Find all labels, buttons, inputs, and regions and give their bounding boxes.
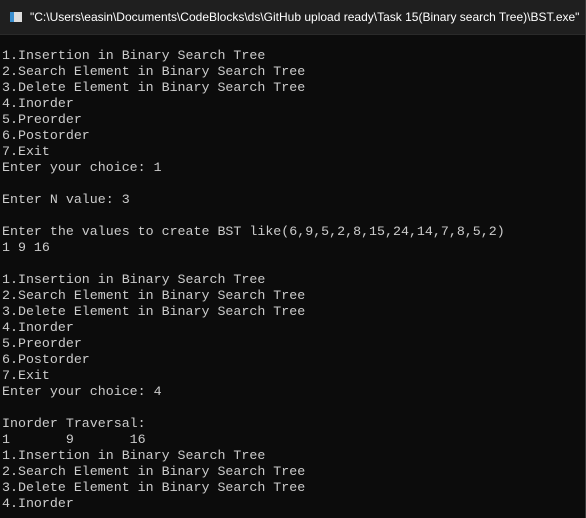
console-line: Enter the values to create BST like(6,9,… bbox=[2, 224, 505, 239]
console-line: 6.Postorder bbox=[2, 352, 90, 367]
title-bar[interactable]: "C:\Users\easin\Documents\CodeBlocks\ds\… bbox=[0, 0, 586, 35]
console-line: 7.Exit bbox=[2, 144, 50, 159]
console-output[interactable]: 1.Insertion in Binary Search Tree 2.Searc… bbox=[2, 48, 582, 518]
console-line: Enter your choice: 1 bbox=[2, 160, 162, 175]
console-line: 3.Delete Element in Binary Search Tree bbox=[2, 80, 306, 95]
console-line: 1.Insertion in Binary Search Tree bbox=[2, 272, 266, 287]
console-line: 2.Search Element in Binary Search Tree bbox=[2, 64, 306, 79]
console-line: Enter your choice: 4 bbox=[2, 384, 162, 399]
console-line: 3.Delete Element in Binary Search Tree bbox=[2, 480, 306, 495]
console-line: 4.Inorder bbox=[2, 496, 74, 511]
console-line: 1.Insertion in Binary Search Tree bbox=[2, 48, 266, 63]
console-line: 1 9 16 bbox=[2, 432, 146, 447]
console-line: 2.Search Element in Binary Search Tree bbox=[2, 288, 306, 303]
console-line: 1 9 16 bbox=[2, 240, 50, 255]
console-line: 1.Insertion in Binary Search Tree bbox=[2, 448, 266, 463]
console-line: 6.Postorder bbox=[2, 128, 90, 143]
console-line: 2.Search Element in Binary Search Tree bbox=[2, 464, 306, 479]
console-line: 5.Preorder bbox=[2, 336, 82, 351]
console-app-icon bbox=[10, 12, 22, 22]
console-line: 4.Inorder bbox=[2, 96, 74, 111]
console-line: 3.Delete Element in Binary Search Tree bbox=[2, 304, 306, 319]
window-title: "C:\Users\easin\Documents\CodeBlocks\ds\… bbox=[30, 10, 580, 24]
console-line: Enter N value: 3 bbox=[2, 192, 130, 207]
console-line: 4.Inorder bbox=[2, 320, 74, 335]
console-line: Inorder Traversal: bbox=[2, 416, 146, 431]
console-line: 7.Exit bbox=[2, 368, 50, 383]
console-line: 5.Preorder bbox=[2, 112, 82, 127]
